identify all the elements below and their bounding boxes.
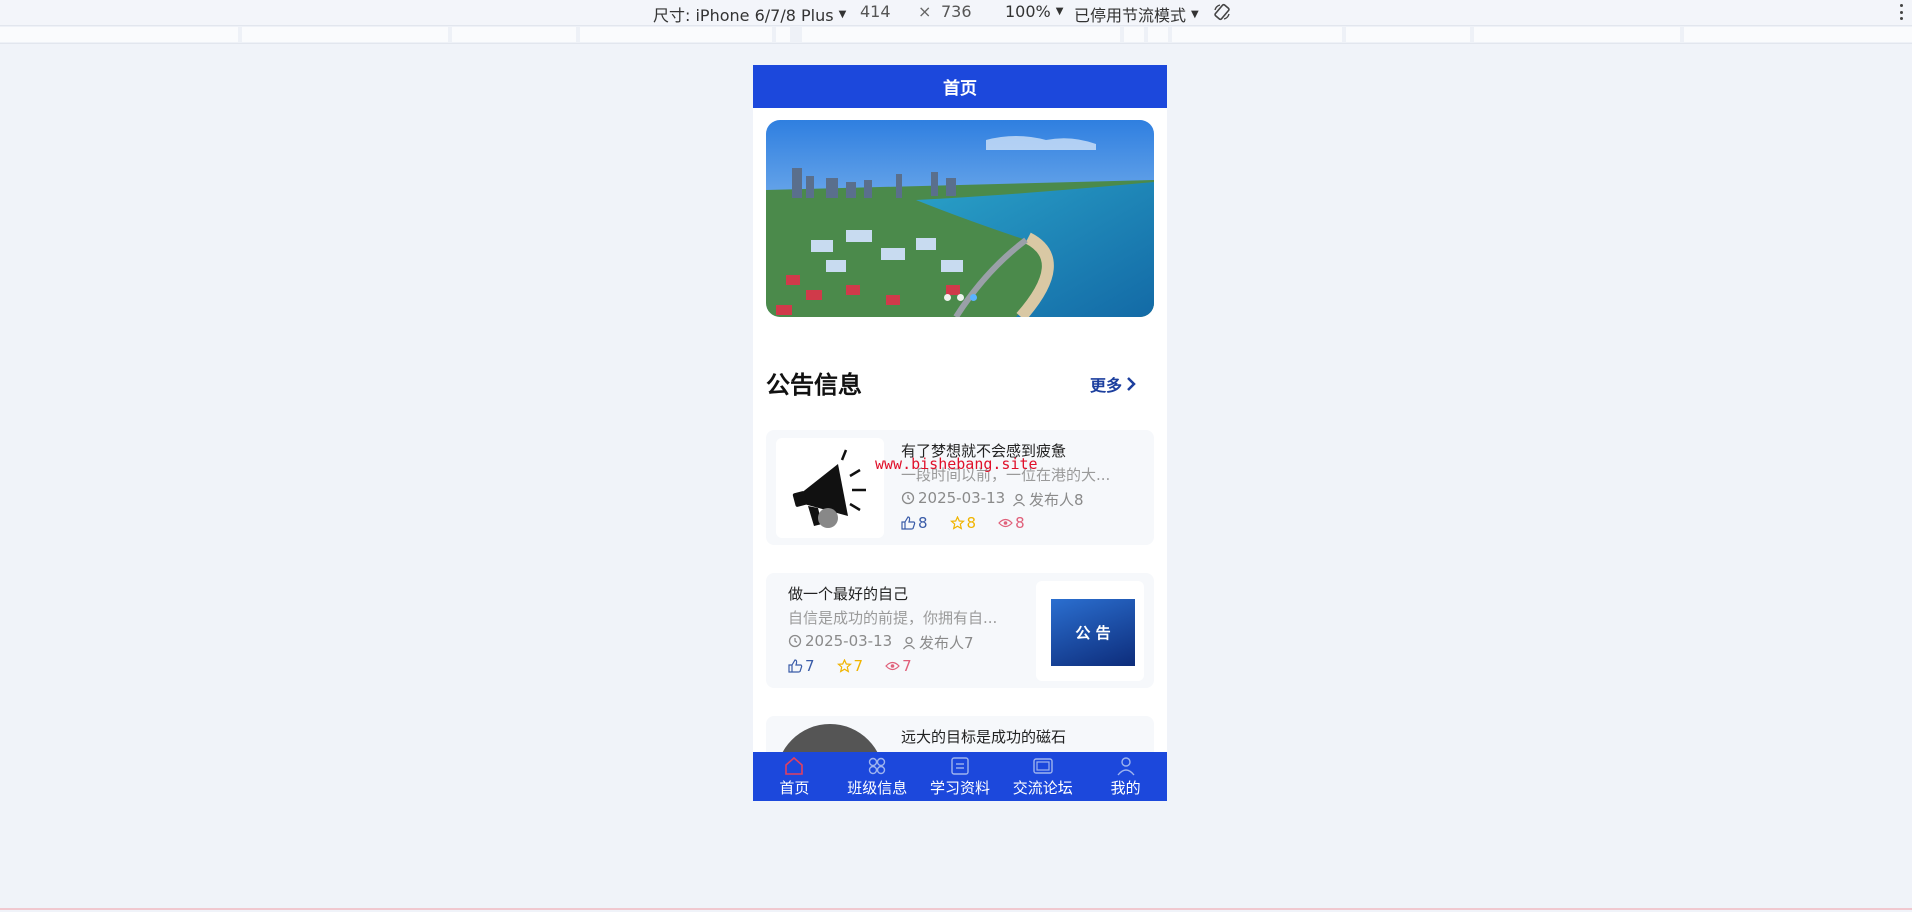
grid-icon <box>868 757 886 775</box>
favorite-stat[interactable]: 7 <box>836 657 864 675</box>
document-icon <box>951 757 969 775</box>
more-vertical-icon[interactable] <box>1898 2 1904 22</box>
bottom-edge-line <box>0 908 1912 910</box>
star-icon <box>949 516 965 530</box>
tab-label: 我的 <box>1110 779 1141 797</box>
forum-icon <box>1033 758 1053 774</box>
more-link[interactable]: 更多 <box>1090 372 1136 396</box>
banner-carousel[interactable] <box>766 120 1154 317</box>
view-stat: 8 <box>998 514 1025 532</box>
rotate-icon[interactable] <box>1212 2 1232 22</box>
notice-thumbnail: 公 告 <box>1036 581 1144 681</box>
tab-study-materials[interactable]: 学习资料 <box>919 752 1002 801</box>
tab-label: 交流论坛 <box>1012 779 1073 797</box>
eye-icon <box>885 661 900 671</box>
thumbs-up-icon <box>788 659 803 673</box>
view-stat: 7 <box>885 657 912 675</box>
user-icon <box>1012 493 1026 506</box>
tab-forum[interactable]: 交流论坛 <box>1001 752 1084 801</box>
thumb-text: 公 告 <box>1075 624 1111 642</box>
chevron-right-icon <box>1127 377 1136 391</box>
notice-banner-graphic: 公 告 <box>1051 599 1135 666</box>
favorite-stat[interactable]: 8 <box>949 514 977 532</box>
page-title: 首页 <box>753 65 1167 108</box>
phone-viewport: 首页 公告信息 更多 有了梦想就不会感到疲惫 一段时间以前，一位在港的大... … <box>753 65 1167 801</box>
devtools-toolbar: 尺寸: iPhone 6/7/8 Plus ▼ 414 × 736 100% ▼… <box>0 0 1912 25</box>
notice-publisher: 发布人8 <box>1012 489 1084 510</box>
device-select[interactable]: 尺寸: iPhone 6/7/8 Plus ▼ <box>653 2 846 26</box>
carousel-dot[interactable] <box>944 294 951 301</box>
chevron-down-icon: ▼ <box>1191 8 1199 20</box>
carousel-dots[interactable] <box>944 294 977 301</box>
tab-label: 班级信息 <box>847 779 908 797</box>
chevron-down-icon: ▼ <box>1055 6 1064 17</box>
tab-label: 学习资料 <box>929 779 990 797</box>
megaphone-icon <box>792 449 866 528</box>
notice-section-header: 公告信息 更多 <box>766 365 1136 399</box>
favorite-count: 7 <box>853 657 864 675</box>
thumbs-up-icon <box>901 516 916 530</box>
publisher-text: 发布人7 <box>919 634 974 652</box>
like-stat[interactable]: 8 <box>901 514 928 532</box>
notice-title: 远大的目标是成功的磁石 <box>901 728 1067 746</box>
clock-icon <box>788 634 802 648</box>
user-icon <box>1117 757 1135 776</box>
banner-image <box>766 120 1154 317</box>
eye-icon <box>998 518 1013 528</box>
width-input[interactable]: 414 <box>860 2 891 21</box>
like-count: 7 <box>805 657 815 675</box>
tab-label: 首页 <box>779 779 810 797</box>
section-title: 公告信息 <box>766 371 862 399</box>
publisher-text: 发布人8 <box>1029 491 1084 509</box>
height-input[interactable]: 736 <box>941 2 972 21</box>
chevron-down-icon: ▼ <box>838 8 847 20</box>
favorite-count: 8 <box>966 514 977 532</box>
notice-card[interactable]: 做一个最好的自己 自信是成功的前提，你拥有自... 2025-03-13 发布人… <box>766 573 1154 688</box>
zoom-label: 100% <box>1005 2 1051 21</box>
tab-home[interactable]: 首页 <box>753 752 836 801</box>
notice-date: 2025-03-13 <box>788 632 892 650</box>
view-count: 7 <box>902 657 912 675</box>
bottom-tabbar: 首页 班级信息 学习资料 交流论坛 我的 <box>753 752 1167 801</box>
home-icon <box>785 756 804 775</box>
user-icon <box>902 636 916 649</box>
clock-icon <box>901 491 915 505</box>
tab-mine[interactable]: 我的 <box>1084 752 1167 801</box>
media-query-ruler <box>0 25 1912 44</box>
device-label: 尺寸: iPhone 6/7/8 Plus <box>653 6 834 25</box>
date-text: 2025-03-13 <box>805 632 893 650</box>
tab-class-info[interactable]: 班级信息 <box>836 752 919 801</box>
like-count: 8 <box>918 514 928 532</box>
throttle-select[interactable]: 已停用节流模式 ▼ <box>1074 2 1199 26</box>
notice-stats: 8 8 8 <box>901 514 1047 532</box>
carousel-dot[interactable] <box>957 294 964 301</box>
notice-publisher: 发布人7 <box>902 632 974 653</box>
zoom-select[interactable]: 100% ▼ <box>1005 2 1063 21</box>
notice-stats: 7 7 7 <box>788 657 934 675</box>
notice-title: 做一个最好的自己 <box>788 585 909 603</box>
date-text: 2025-03-13 <box>918 489 1006 507</box>
like-stat[interactable]: 7 <box>788 657 815 675</box>
more-label: 更多 <box>1089 376 1122 395</box>
throttle-label: 已停用节流模式 <box>1074 6 1187 25</box>
notice-date: 2025-03-13 <box>901 489 1005 507</box>
star-icon <box>836 659 852 673</box>
times-sign: × <box>918 2 932 21</box>
carousel-dot-active[interactable] <box>970 294 977 301</box>
watermark-text: www.bishebang.site <box>875 455 1038 473</box>
view-count: 8 <box>1015 514 1025 532</box>
notice-card[interactable]: 有了梦想就不会感到疲惫 一段时间以前，一位在港的大... 2025-03-13 … <box>766 430 1154 545</box>
notice-desc: 自信是成功的前提，你拥有自... <box>788 609 998 627</box>
notice-thumbnail <box>776 438 884 538</box>
